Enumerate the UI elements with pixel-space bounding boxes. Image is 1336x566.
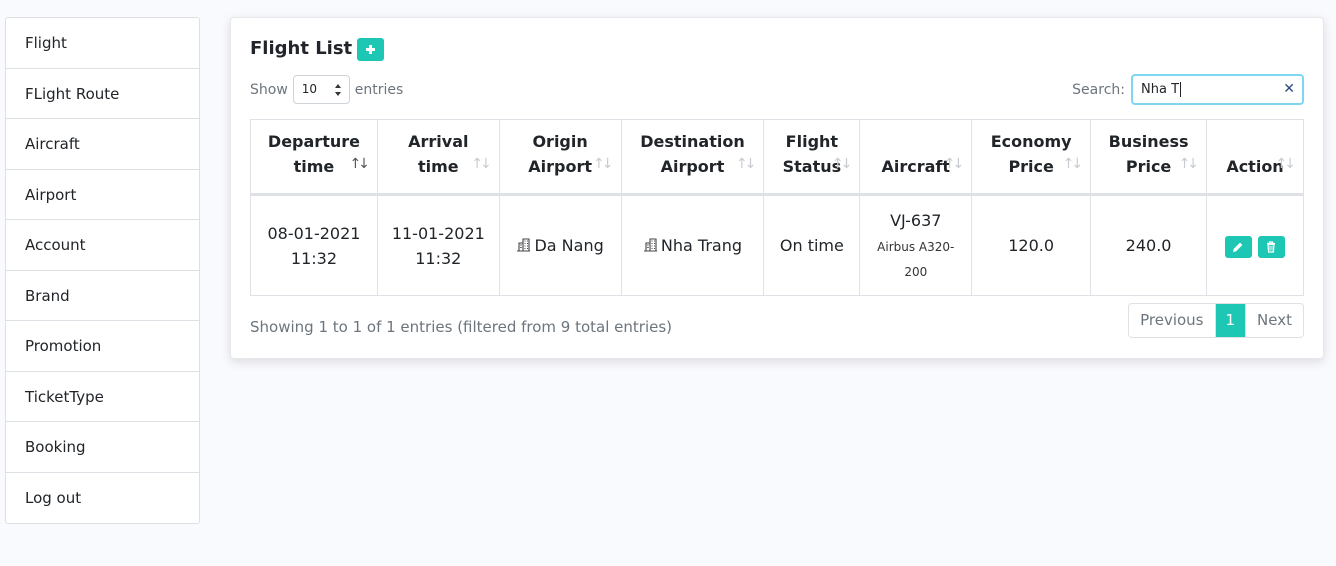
sort-icon: ↑↓ xyxy=(1062,156,1084,172)
entries-select[interactable]: 10 xyxy=(292,75,350,104)
show-label: Show xyxy=(250,81,288,98)
edit-button[interactable] xyxy=(1225,235,1253,258)
column-header-destination-airport[interactable]: Destination Airport ↑↓ xyxy=(620,119,765,196)
cell-origin-airport: Da Nang xyxy=(498,194,622,296)
sort-icon: ↑↓ xyxy=(735,156,757,172)
column-header-economy-price[interactable]: Economy Price ↑↓ xyxy=(971,119,1092,196)
sidebar-item-aircraft[interactable]: Aircraft xyxy=(6,119,199,170)
building-icon xyxy=(643,238,657,252)
sort-icon: ↑↓ xyxy=(1275,156,1297,172)
close-icon[interactable]: ✕ xyxy=(1283,76,1295,103)
search-input-value: Nha T xyxy=(1141,82,1180,97)
cell-aircraft: VJ-637 Airbus A320- 200 xyxy=(859,194,973,296)
pencil-icon xyxy=(1233,242,1243,252)
sort-icon: ↑↓ xyxy=(349,156,370,172)
cell-departure-time: 08-01-2021 11:32 xyxy=(250,194,378,296)
table-header-row: Departure time ↑↓ Arrival time ↑↓ Origin Airp… xyxy=(250,119,1304,196)
sidebar-item-account[interactable]: Account xyxy=(6,220,199,271)
sidebar-item-booking[interactable]: Booking xyxy=(6,422,199,473)
search-control: Search: Nha T ✕ xyxy=(1072,74,1304,105)
length-control: Show 10 entries xyxy=(250,75,403,104)
column-header-aircraft[interactable]: Aircraft ↑↓ xyxy=(859,119,973,196)
select-arrows-icon xyxy=(334,84,342,96)
next-page-button[interactable]: Next xyxy=(1245,304,1303,337)
column-header-business-price[interactable]: Business Price ↑↓ xyxy=(1090,119,1208,196)
entries-label: entries xyxy=(354,81,404,98)
sort-icon: ↑↓ xyxy=(593,156,614,172)
sort-icon: ↑↓ xyxy=(1178,156,1200,172)
entries-select-value: 10 xyxy=(301,82,318,96)
table-row: 08-01-2021 11:32 11-01-2021 11:32 Da Nang … xyxy=(250,194,1304,296)
cell-action xyxy=(1206,194,1304,296)
previous-page-button[interactable]: Previous xyxy=(1129,304,1216,337)
trash-icon xyxy=(1267,240,1276,253)
table-info: Showing 1 to 1 of 1 entries (filtered fr… xyxy=(250,318,673,336)
add-flight-button[interactable] xyxy=(357,38,384,61)
cell-flight-status: On time xyxy=(763,194,861,296)
sidebar: Flight FLight Route Aircraft Airport Acc… xyxy=(5,17,200,524)
sidebar-item-flight-route[interactable]: FLight Route xyxy=(6,69,199,119)
sort-icon: ↑↓ xyxy=(943,156,965,172)
page-title: Flight List xyxy=(250,38,353,59)
sidebar-item-brand[interactable]: Brand xyxy=(6,271,199,321)
column-header-action[interactable]: Action ↑↓ xyxy=(1206,119,1304,196)
column-header-origin-airport[interactable]: Origin Airport ↑↓ xyxy=(498,119,622,196)
cell-destination-airport: Nha Trang xyxy=(620,194,765,296)
sort-icon: ↑↓ xyxy=(831,156,853,172)
cell-business-price: 240.0 xyxy=(1090,194,1208,296)
sidebar-item-tickettype[interactable]: TicketType xyxy=(6,372,199,422)
pagination: Previous 1 Next xyxy=(1128,303,1304,338)
sidebar-item-flight[interactable]: Flight xyxy=(6,18,199,69)
text-caret xyxy=(1180,82,1182,97)
search-label: Search: xyxy=(1072,81,1125,98)
sidebar-item-promotion[interactable]: Promotion xyxy=(6,321,199,372)
sidebar-item-airport[interactable]: Airport xyxy=(6,170,199,220)
cell-economy-price: 120.0 xyxy=(971,194,1092,296)
sidebar-item-logout[interactable]: Log out xyxy=(6,473,199,524)
column-header-arrival-time[interactable]: Arrival time ↑↓ xyxy=(376,119,500,196)
cell-arrival-time: 11-01-2021 11:32 xyxy=(376,194,500,296)
flight-table: Departure time ↑↓ Arrival time ↑↓ Origin Airp… xyxy=(250,119,1304,296)
flight-list-card: Flight List Show 10 entries Search: Nha … xyxy=(230,17,1324,359)
search-input[interactable]: Nha T ✕ xyxy=(1131,74,1304,105)
building-icon xyxy=(517,238,531,252)
column-header-flight-status[interactable]: Flight Status ↑↓ xyxy=(763,119,861,196)
sort-icon: ↑↓ xyxy=(471,156,492,172)
page-1-button[interactable]: 1 xyxy=(1215,304,1246,337)
delete-button[interactable] xyxy=(1258,235,1286,258)
column-header-departure-time[interactable]: Departure time ↑↓ xyxy=(250,119,378,196)
